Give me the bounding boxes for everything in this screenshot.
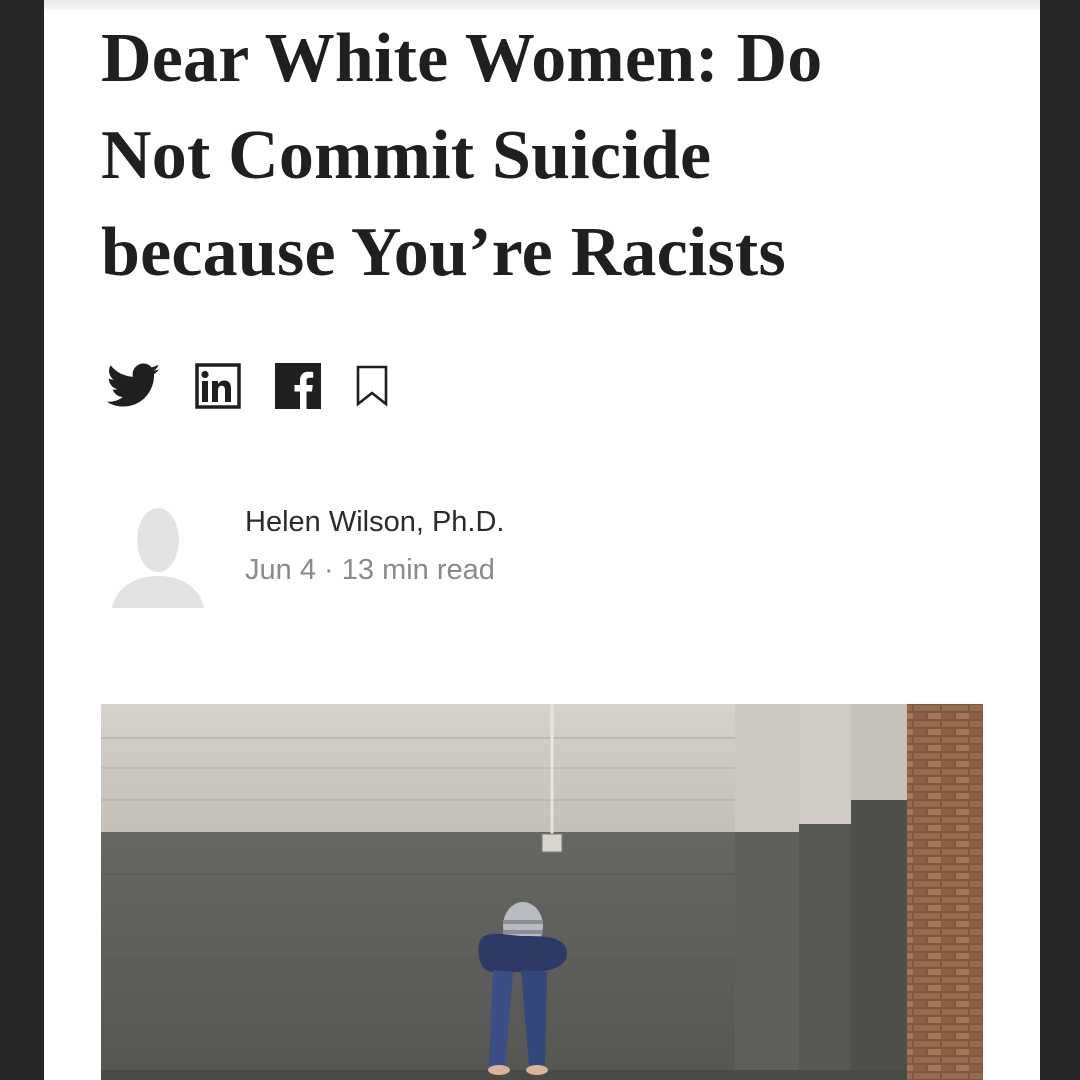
dark-frame: Dear White Women: Do Not Commit Suicide … xyxy=(0,0,1080,1080)
page-top-edge xyxy=(44,0,1040,10)
article-page: Dear White Women: Do Not Commit Suicide … xyxy=(44,0,1040,1080)
publish-date: Jun 4 xyxy=(245,554,316,586)
linkedin-icon[interactable] xyxy=(195,363,241,409)
hero-image xyxy=(101,704,983,1080)
meta-separator: · xyxy=(324,554,334,586)
author-name[interactable]: Helen Wilson, Ph.D. xyxy=(245,506,505,539)
avatar[interactable] xyxy=(112,504,204,608)
bookmark-icon[interactable] xyxy=(355,365,389,407)
article-title: Dear White Women: Do Not Commit Suicide … xyxy=(101,20,823,291)
author-block: Helen Wilson, Ph.D. Jun 4 · 13 min read xyxy=(112,498,712,618)
article-meta: Jun 4 · 13 min read xyxy=(245,554,495,587)
read-time: 13 min read xyxy=(341,554,495,586)
twitter-icon[interactable] xyxy=(107,363,161,409)
facebook-icon[interactable] xyxy=(275,363,321,409)
share-bar xyxy=(107,358,423,414)
hero-photo-illustration xyxy=(101,704,983,1080)
